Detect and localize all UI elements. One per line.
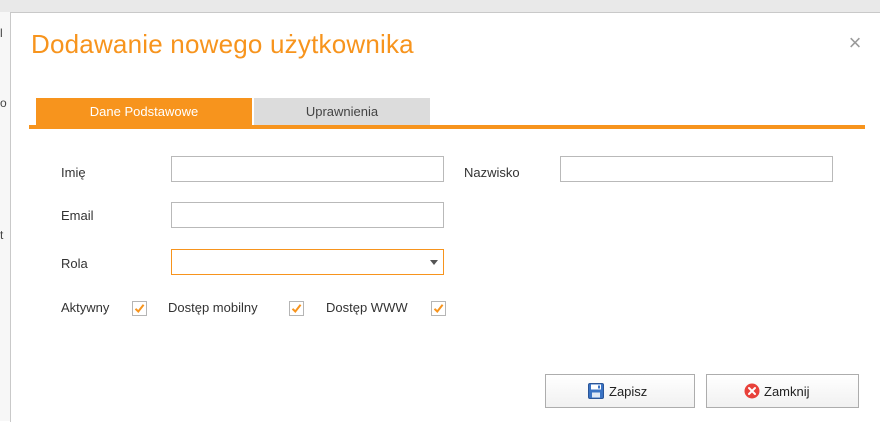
web-access-checkbox[interactable] [431,301,446,316]
mobile-access-checkbox[interactable] [289,301,304,316]
role-select[interactable] [171,249,444,275]
close-button[interactable]: Zamknij [706,374,859,408]
tab-basic-data[interactable]: Dane Podstawowe [36,98,252,125]
active-checkbox[interactable] [132,301,147,316]
tab-bar: Dane Podstawowe Uprawnienia [29,86,865,129]
last-name-label: Nazwisko [464,165,520,180]
save-button[interactable]: Zapisz [545,374,695,408]
save-button-label: Zapisz [609,384,648,399]
floppy-disk-icon [588,383,604,402]
active-label: Aktywny [61,300,110,315]
web-access-label: Dostęp WWW [326,300,408,315]
close-icon[interactable]: × [845,32,865,54]
close-button-label: Zamknij [764,384,810,399]
checkmark-icon [433,304,444,313]
chevron-down-icon [430,260,438,265]
role-label: Rola [61,256,88,271]
first-name-field[interactable] [171,156,444,182]
background-text-fragment: t [0,228,4,242]
checkmark-icon [134,304,145,313]
background-text-fragment: o [0,96,7,110]
email-field[interactable] [171,202,444,228]
mobile-access-label: Dostęp mobilny [168,300,258,315]
close-circle-icon [744,383,760,402]
background-text-fragment: l [0,26,3,40]
dialog-title: Dodawanie nowego użytkownika [31,29,414,59]
last-name-field[interactable] [560,156,833,182]
email-label: Email [61,208,94,223]
checkmark-icon [291,304,302,313]
first-name-label: Imię [61,165,86,180]
tab-underline [29,125,865,129]
add-user-dialog: Dodawanie nowego użytkownika × Dane Pods… [10,12,880,422]
tab-permissions[interactable]: Uprawnienia [254,98,430,125]
